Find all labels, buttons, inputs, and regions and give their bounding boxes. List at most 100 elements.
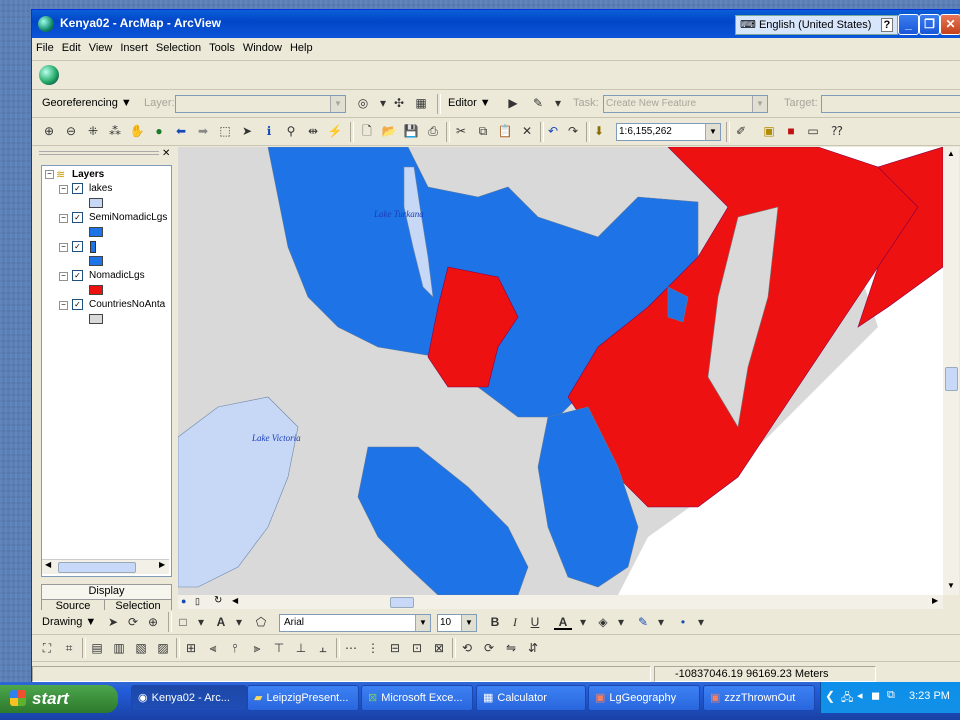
dropdown-icon[interactable]: ▾ xyxy=(549,94,567,112)
zoom-out-icon[interactable]: ⊖ xyxy=(62,122,80,140)
scroll-down-icon[interactable]: ▼ xyxy=(947,581,955,590)
tray-app-icon[interactable]: ⧉ xyxy=(887,689,895,702)
zoom-in-icon[interactable]: ⊕ xyxy=(40,122,58,140)
menu-selection[interactable]: Selection xyxy=(152,38,205,54)
toc-grip[interactable] xyxy=(39,151,159,155)
dropdown-icon[interactable]: ▾ xyxy=(612,613,630,631)
maximize-button[interactable]: ❐ xyxy=(919,14,940,35)
map-vscroll-thumb[interactable] xyxy=(945,367,958,391)
rotate-right-icon[interactable]: ⟳ xyxy=(480,639,498,657)
tray-expand-icon[interactable]: ❮ xyxy=(825,689,835,703)
map-view[interactable]: Lake Turkana Lake Victoria xyxy=(178,147,943,595)
fixed-zoom-out-icon[interactable]: ⁂ xyxy=(106,122,124,140)
task-zzzthrownout[interactable]: ▣ zzzThrownOut xyxy=(703,685,815,711)
layers-root-label[interactable]: Layers xyxy=(72,169,104,180)
align-bottom-icon[interactable]: ⫠ xyxy=(314,639,332,657)
toc-close-icon[interactable]: ✕ xyxy=(162,148,170,159)
task-arcmap[interactable]: ◉ Kenya02 - Arc... xyxy=(131,685,247,711)
menu-help[interactable]: Help xyxy=(286,38,317,54)
collapse-icon[interactable]: − xyxy=(59,185,68,194)
make-same-size-icon[interactable]: ⊟ xyxy=(386,639,404,657)
map-canvas[interactable]: Lake Turkana Lake Victoria xyxy=(178,147,943,595)
whats-this-icon[interactable]: ⁇ xyxy=(828,122,846,140)
task-lggeography[interactable]: ▣ LgGeography xyxy=(588,685,700,711)
refresh-icon[interactable]: ↻ xyxy=(214,595,222,606)
collapse-icon[interactable]: − xyxy=(59,243,68,252)
data-view-icon[interactable]: ● xyxy=(181,596,186,606)
bold-icon[interactable]: B xyxy=(486,613,504,631)
scroll-left-icon[interactable]: ◀ xyxy=(45,560,51,569)
command-line-icon[interactable]: ▭ xyxy=(804,122,822,140)
dropdown-icon[interactable]: ▾ xyxy=(230,613,248,631)
layout-view-icon[interactable]: ▯ xyxy=(195,596,200,607)
network-icon[interactable]: 🖧 xyxy=(841,689,853,708)
menu-window[interactable]: Window xyxy=(239,38,286,54)
dropdown-icon[interactable]: ▾ xyxy=(692,613,710,631)
layer-name[interactable]: SemiNomadicLgs xyxy=(89,212,167,223)
arccatalog-icon[interactable]: ▣ xyxy=(760,122,778,140)
georeferencing-menu[interactable]: Georeferencing ▼ xyxy=(42,97,132,109)
task-excel[interactable]: ⊠ Microsoft Exce... xyxy=(361,685,473,711)
volume-icon[interactable]: ◂ xyxy=(857,689,863,702)
layer-name[interactable]: NomadicLgs xyxy=(89,270,145,281)
select-elements-icon[interactable]: ➤ xyxy=(238,122,256,140)
layer-select[interactable]: ▼ xyxy=(175,95,346,113)
arctoolbox-icon[interactable]: ■ xyxy=(782,122,800,140)
paste-icon[interactable]: 📋 xyxy=(496,122,514,140)
title-bar[interactable]: Kenya02 - ArcMap - ArcView ⌨ English (Un… xyxy=(32,10,960,38)
arcglobe-icon[interactable] xyxy=(39,65,59,85)
open-folder-icon[interactable]: 📂 xyxy=(380,122,398,140)
undo-icon[interactable]: ↶ xyxy=(544,122,562,140)
scroll-left-icon[interactable]: ◀ xyxy=(232,596,238,605)
target-select[interactable] xyxy=(821,95,960,113)
save-icon[interactable]: 💾 xyxy=(402,122,420,140)
identify-icon[interactable]: ℹ xyxy=(260,122,278,140)
text-tool-icon[interactable]: A xyxy=(212,613,230,631)
security-icon[interactable]: ◼ xyxy=(871,689,880,702)
layer-checkbox[interactable]: ✓ xyxy=(72,270,83,281)
group-icon[interactable]: ⛶ xyxy=(38,639,56,657)
layer-checkbox[interactable]: ✓ xyxy=(72,183,83,194)
tab-display[interactable]: Display xyxy=(41,584,172,600)
scroll-right-icon[interactable]: ▶ xyxy=(159,560,165,569)
scroll-right-icon[interactable]: ▶ xyxy=(932,596,938,605)
link-table-icon[interactable]: ▦ xyxy=(412,94,430,112)
redo-icon[interactable]: ↷ xyxy=(564,122,582,140)
toc-hscrollbar[interactable]: ◀ ▶ xyxy=(42,559,169,574)
close-button[interactable]: ✕ xyxy=(940,14,960,35)
map-hscrollbar[interactable]: ● ▯ ↻ ◀ ▶ xyxy=(178,595,943,609)
collapse-icon[interactable]: − xyxy=(45,170,54,179)
distribute-vertically-icon[interactable]: ⋮ xyxy=(364,639,382,657)
menu-edit[interactable]: Edit xyxy=(58,38,85,54)
layer-name[interactable] xyxy=(90,241,96,253)
edit-tool-icon[interactable]: ▶ xyxy=(504,94,522,112)
full-extent-icon[interactable]: ● xyxy=(150,122,168,140)
distribute-horizontally-icon[interactable]: ⋯ xyxy=(342,639,360,657)
align-top-icon[interactable]: ⊤ xyxy=(270,639,288,657)
bring-to-front-icon[interactable]: ▤ xyxy=(88,639,106,657)
language-bar[interactable]: ⌨ English (United States) ? xyxy=(735,15,899,35)
task-select[interactable]: Create New Feature ▼ xyxy=(603,95,768,113)
editor-menu[interactable]: Editor ▼ xyxy=(448,97,491,109)
flip-vertical-icon[interactable]: ⇵ xyxy=(524,639,542,657)
layer-checkbox[interactable]: ✓ xyxy=(72,299,83,310)
collapse-icon[interactable]: − xyxy=(59,272,68,281)
hyperlink-icon[interactable]: ⚡ xyxy=(326,122,344,140)
zoom-whole-page-icon[interactable]: ⊕ xyxy=(144,613,162,631)
underline-icon[interactable]: U xyxy=(526,613,544,631)
rotate-icon[interactable]: ◎ xyxy=(354,94,372,112)
align-left-icon[interactable]: ⫷ xyxy=(204,639,222,657)
marker-color-icon[interactable]: • xyxy=(674,613,692,631)
rectangle-icon[interactable]: □ xyxy=(174,613,192,631)
font-color-icon[interactable]: A xyxy=(554,613,572,630)
edit-vertices-icon[interactable]: ⬠ xyxy=(252,613,270,631)
italic-icon[interactable]: I xyxy=(506,613,524,631)
layer-checkbox[interactable]: ✓ xyxy=(72,212,83,223)
print-icon[interactable]: ⎙ xyxy=(424,122,442,140)
dropdown-icon[interactable]: ▾ xyxy=(652,613,670,631)
font-size-select[interactable]: 10 ▼ xyxy=(437,614,477,632)
map-vscrollbar[interactable]: ▲ ▼ xyxy=(943,147,959,595)
delete-icon[interactable]: ✕ xyxy=(518,122,536,140)
line-color-icon[interactable]: ✎ xyxy=(634,613,652,631)
collapse-icon[interactable]: − xyxy=(59,214,68,223)
